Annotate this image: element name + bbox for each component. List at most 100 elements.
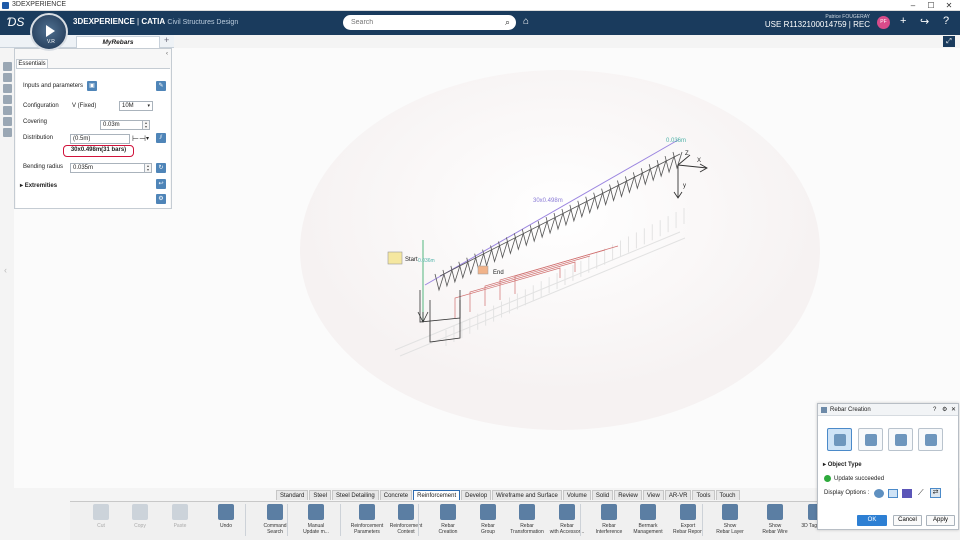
tree-icon[interactable] — [3, 62, 12, 71]
cmd-undo-button[interactable]: Undo — [208, 504, 244, 529]
action-tab-wireframe-and-surface[interactable]: Wireframe and Surface — [492, 490, 562, 500]
play-icon — [46, 25, 55, 37]
close-icon[interactable]: ✕ — [951, 404, 956, 416]
fullscreen-icon[interactable]: ⤢ — [943, 36, 955, 47]
bending-radius-label: Bending radius — [23, 164, 64, 170]
display-options-label: Display Options : — [824, 490, 870, 496]
minimize-button[interactable]: – — [906, 0, 920, 11]
search-icon[interactable]: ⌕ — [505, 17, 510, 28]
collapse-panel-icon[interactable]: ‹ — [166, 51, 168, 57]
cmd-cut-button[interactable]: Cut — [83, 504, 119, 529]
settings-icon[interactable] — [3, 128, 12, 137]
distribution-label: Distribution — [23, 135, 54, 141]
help-icon[interactable]: ? — [943, 15, 949, 27]
search-box[interactable]: ⌕ — [343, 15, 516, 30]
rebar-icon — [821, 407, 827, 413]
edit-parameters-icon[interactable]: ✎ — [156, 81, 166, 91]
rebar-group-icon — [480, 504, 496, 520]
cmd-show-rebar-layer-button[interactable]: Show Rebar Layer — [712, 504, 748, 535]
globe-icon[interactable] — [3, 95, 12, 104]
action-tab-review[interactable]: Review — [614, 490, 642, 500]
covering-stepper[interactable]: ▴ ▾ — [143, 120, 150, 130]
display-solid-icon[interactable] — [902, 489, 912, 498]
add-tab-icon[interactable]: + — [164, 35, 169, 45]
cmd-paste-button[interactable]: Paste — [162, 504, 198, 529]
cmd-rebar-creation-button[interactable]: Rebar Creation — [430, 504, 466, 535]
add-icon[interactable]: + — [900, 15, 906, 27]
action-tab-solid[interactable]: Solid — [591, 490, 614, 500]
action-tab-concrete[interactable]: Concrete — [379, 490, 413, 500]
ok-button[interactable]: OK — [857, 515, 887, 526]
display-options-icon[interactable]: ⇄ — [930, 488, 941, 498]
link-icon[interactable] — [3, 106, 12, 115]
bending-icon[interactable]: ↻ — [156, 163, 166, 173]
extremity-options-icon[interactable]: ⚙ — [156, 194, 166, 204]
distribution-dropdown-icon[interactable]: ▾ — [146, 135, 149, 142]
search-input[interactable] — [343, 15, 493, 30]
cmd-show-rebar-wire-button[interactable]: Show Rebar Wire — [757, 504, 793, 535]
cmd-reinforcement-parameters-button[interactable]: Reinforcement Parameters — [349, 504, 385, 535]
maximize-button[interactable]: ☐ — [924, 0, 938, 11]
distribution-icon[interactable]: ⫽ — [156, 133, 166, 143]
bending-radius-stepper[interactable]: ▴ ▾ — [145, 163, 152, 173]
user-info[interactable]: Patrice FOUGERAY USE R1132100014759 | RE… — [700, 14, 870, 29]
cmd-rebar-interference-button[interactable]: Rebar Interference — [591, 504, 627, 535]
action-tab-standard[interactable]: Standard — [276, 490, 309, 500]
compass[interactable]: V.R — [30, 13, 68, 51]
separator — [418, 504, 419, 536]
extremities-toggle[interactable]: ▸ Extremities — [20, 182, 57, 189]
display-wire-icon[interactable]: ⟋ — [918, 488, 924, 498]
cmd-manual-update-m-button[interactable]: Manual Update m... — [298, 504, 334, 535]
tab-myrebars[interactable]: MyRebars — [76, 36, 160, 48]
dialog-header: Rebar Creation ? ⚙ ✕ — [818, 404, 958, 416]
action-tab-reinforcement[interactable]: Reinforcement — [413, 490, 461, 500]
distribution-mode-icon[interactable]: ⊢⊣ — [132, 134, 146, 143]
covering-field[interactable]: 0.03m — [100, 120, 143, 130]
display-shaded-icon[interactable] — [874, 489, 884, 498]
ds-logo-icon[interactable]: ƊS — [7, 15, 24, 29]
cmd-copy-button[interactable]: Copy — [122, 504, 158, 529]
help-icon[interactable]: ? — [933, 404, 936, 416]
action-tab-steel[interactable]: Steel — [309, 490, 332, 500]
cancel-button[interactable]: Cancel — [893, 515, 922, 526]
cmd-bermark-management-button[interactable]: Bermark Management — [630, 504, 666, 535]
inputs-icon[interactable]: ▣ — [87, 81, 97, 91]
configuration-select[interactable]: 10M ▾ — [119, 101, 153, 111]
distribution-field[interactable]: (0.5m) — [70, 134, 130, 144]
separator — [702, 504, 703, 536]
layer-icon[interactable] — [3, 117, 12, 126]
axis-z-label: Z — [685, 151, 689, 157]
essentials-panel: ‹ Essentials Inputs and parameters ▣ ✎ C… — [14, 48, 172, 209]
action-tab-volume[interactable]: Volume — [562, 490, 591, 500]
extremity-icon[interactable]: ↩ — [156, 179, 166, 189]
bending-radius-field[interactable]: 0.035m — [70, 163, 145, 173]
cmd-export-rebar-report-button[interactable]: Export Rebar Report — [670, 504, 706, 535]
bermark-management-icon — [640, 504, 656, 520]
select-icon[interactable] — [3, 73, 12, 82]
share-icon[interactable]: ↪ — [920, 15, 929, 28]
paste-icon — [172, 504, 188, 520]
mode-rebar-creation-button[interactable] — [827, 428, 852, 451]
distribution-result: 30x0.498m(31 bars) — [63, 145, 134, 157]
mode-grid-button[interactable] — [918, 428, 943, 451]
chevron-left-icon[interactable]: ‹ — [4, 265, 7, 275]
action-tab-steel-detailing[interactable]: Steel Detailing — [332, 490, 379, 500]
action-tab-touch[interactable]: Touch — [715, 490, 740, 500]
measure-icon[interactable] — [3, 84, 12, 93]
action-tab-ar-vr[interactable]: AR-VR — [664, 490, 692, 500]
tag-icon[interactable]: ⌂ — [523, 16, 529, 27]
avatar[interactable]: PF — [877, 16, 890, 29]
object-type-toggle[interactable]: ▸ Object Type — [823, 461, 862, 468]
action-tab-develop[interactable]: Develop — [461, 490, 492, 500]
action-tab-tools[interactable]: Tools — [692, 490, 715, 500]
cmd-rebar-group-button[interactable]: Rebar Group — [470, 504, 506, 535]
collab-space[interactable]: USE R1132100014759 | REC — [700, 20, 870, 29]
action-tab-view[interactable]: View — [642, 490, 664, 500]
display-transparent-icon[interactable] — [888, 489, 898, 498]
gear-icon[interactable]: ⚙ — [942, 404, 947, 416]
close-window-button[interactable]: ✕ — [942, 0, 956, 11]
cmd-rebar-transformation-button[interactable]: Rebar Transformation — [509, 504, 545, 535]
mode-curve-button[interactable] — [858, 428, 883, 451]
apply-button[interactable]: Apply — [926, 515, 955, 526]
mode-mesh-button[interactable] — [888, 428, 913, 451]
